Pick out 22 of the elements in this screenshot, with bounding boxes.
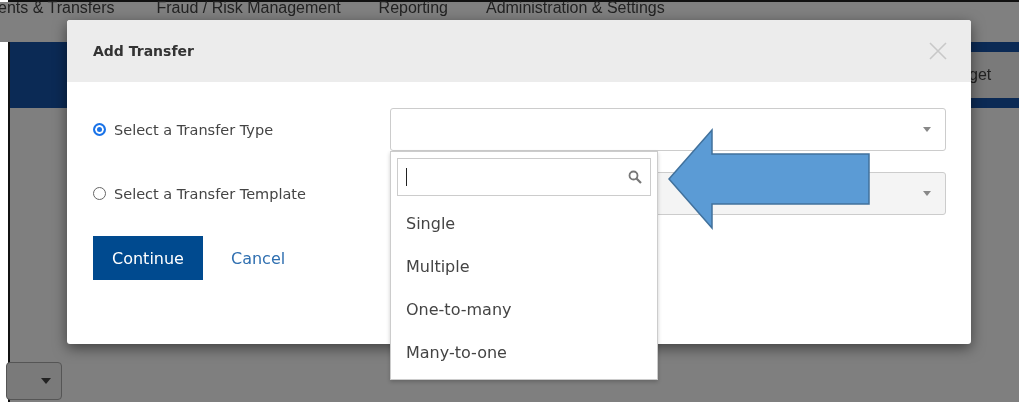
- search-field[interactable]: [397, 158, 651, 196]
- radio-label: Select a Transfer Type: [114, 121, 274, 138]
- nav-item[interactable]: Administration & Settings: [485, 2, 665, 14]
- dropdown-option[interactable]: One-to-many: [397, 288, 651, 331]
- select-field[interactable]: [390, 108, 946, 151]
- caret-icon: [923, 127, 931, 132]
- radio-button[interactable]: [93, 123, 106, 136]
- radio-button[interactable]: [93, 187, 106, 200]
- search-icon: [628, 170, 642, 184]
- nav-item[interactable]: Fraud / Risk Management: [156, 2, 341, 14]
- dialog-title: Add Transfer: [93, 43, 194, 59]
- nav-item[interactable]: Reporting: [378, 2, 448, 14]
- radio-label: Select a Transfer Template: [114, 185, 306, 202]
- dropdown-option[interactable]: Many-to-one: [397, 331, 651, 374]
- dropdown-option[interactable]: Multiple: [397, 245, 651, 288]
- dropdown-button[interactable]: [6, 362, 62, 400]
- continue-button[interactable]: Continue: [93, 236, 203, 280]
- dropdown-option[interactable]: Single: [397, 202, 651, 245]
- close-icon[interactable]: [929, 42, 947, 60]
- caret-icon: [41, 378, 51, 384]
- caret-icon: [923, 191, 931, 196]
- cancel-link[interactable]: Cancel: [231, 248, 286, 268]
